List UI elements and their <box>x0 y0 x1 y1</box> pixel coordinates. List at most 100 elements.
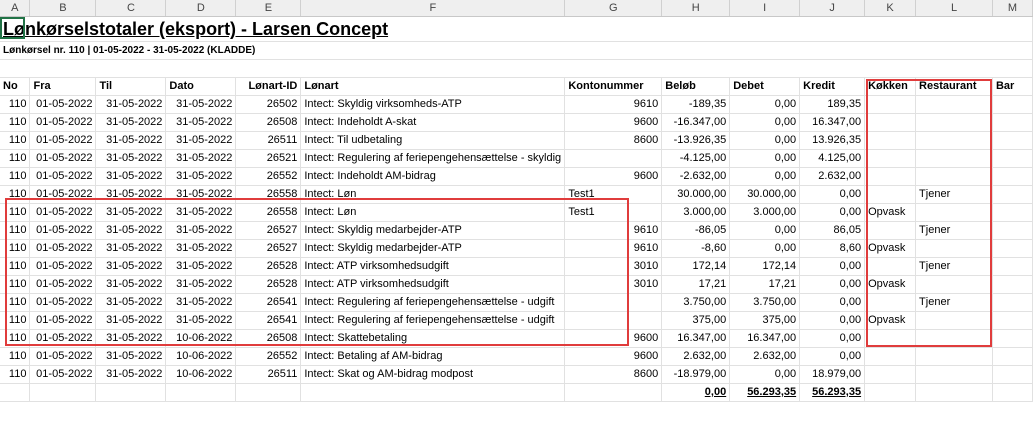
table-cell[interactable]: 0,00 <box>729 221 801 240</box>
table-cell[interactable] <box>992 365 1033 384</box>
table-cell[interactable]: 110 <box>0 113 31 132</box>
table-cell[interactable]: 3.000,00 <box>661 203 731 222</box>
table-cell[interactable]: Intect: Indeholdt A-skat <box>300 113 566 132</box>
table-cell[interactable]: 0,00 <box>799 185 866 204</box>
table-cell[interactable]: 26521 <box>235 149 302 168</box>
table-cell[interactable]: 31-05-2022 <box>165 95 237 114</box>
table-cell[interactable]: 9600 <box>564 347 663 366</box>
table-cell[interactable]: 01-05-2022 <box>29 95 97 114</box>
table-cell[interactable]: 10-06-2022 <box>165 365 237 384</box>
table-cell[interactable]: 26552 <box>235 167 302 186</box>
header-cell[interactable]: Beløb <box>661 77 731 96</box>
total-debet[interactable]: 56.293,35 <box>729 383 801 402</box>
table-cell[interactable]: 3.000,00 <box>729 203 801 222</box>
column-header-l[interactable]: L <box>915 0 993 17</box>
total-kredit[interactable]: 56.293,35 <box>799 383 866 402</box>
table-cell[interactable]: 26511 <box>235 365 302 384</box>
table-cell[interactable]: Intect: Skyldig virksomheds-ATP <box>300 95 566 114</box>
table-cell[interactable]: 31-05-2022 <box>95 131 167 150</box>
table-cell[interactable]: 9610 <box>564 95 663 114</box>
table-cell[interactable]: -16.347,00 <box>661 113 731 132</box>
table-cell[interactable]: 110 <box>0 131 31 150</box>
table-cell[interactable]: 17,21 <box>729 275 801 294</box>
column-header-i[interactable]: I <box>729 0 801 17</box>
table-cell[interactable]: 172,14 <box>661 257 731 276</box>
table-cell[interactable]: 0,00 <box>799 257 866 276</box>
table-cell[interactable]: Intect: Indeholdt AM-bidrag <box>300 167 566 186</box>
table-cell[interactable]: 2.632,00 <box>661 347 731 366</box>
table-cell[interactable]: 9600 <box>564 113 663 132</box>
table-cell[interactable]: 01-05-2022 <box>29 149 97 168</box>
column-header-j[interactable]: J <box>799 0 866 17</box>
table-cell[interactable]: Intect: Betaling af AM-bidrag <box>300 347 566 366</box>
table-cell[interactable]: 16.347,00 <box>799 113 866 132</box>
table-cell[interactable] <box>992 239 1033 258</box>
table-cell[interactable]: 0,00 <box>729 95 801 114</box>
table-cell[interactable]: 0,00 <box>729 167 801 186</box>
table-cell[interactable] <box>992 347 1033 366</box>
table-cell[interactable] <box>992 149 1033 168</box>
table-cell[interactable]: -8,60 <box>661 239 731 258</box>
table-cell[interactable] <box>95 383 167 402</box>
table-cell[interactable]: 0,00 <box>729 365 801 384</box>
header-cell[interactable]: Kontonummer <box>564 77 663 96</box>
table-cell[interactable]: 375,00 <box>729 311 801 330</box>
table-cell[interactable]: 13.926,35 <box>799 131 866 150</box>
table-cell[interactable]: 31-05-2022 <box>95 95 167 114</box>
table-cell[interactable] <box>992 203 1033 222</box>
table-cell[interactable]: -86,05 <box>661 221 731 240</box>
table-cell[interactable] <box>992 185 1033 204</box>
table-cell[interactable]: 31-05-2022 <box>95 347 167 366</box>
table-cell[interactable]: -13.926,35 <box>661 131 731 150</box>
column-header-g[interactable]: G <box>564 0 663 17</box>
table-cell[interactable]: 01-05-2022 <box>29 113 97 132</box>
table-cell[interactable] <box>992 329 1033 348</box>
table-cell[interactable]: 31-05-2022 <box>95 113 167 132</box>
header-cell[interactable]: Debet <box>729 77 801 96</box>
table-cell[interactable]: 26511 <box>235 131 302 150</box>
table-cell[interactable] <box>165 383 237 402</box>
column-header-f[interactable]: F <box>300 0 566 17</box>
table-cell[interactable]: 2.632,00 <box>729 347 801 366</box>
table-cell[interactable]: 10-06-2022 <box>165 347 237 366</box>
table-cell[interactable] <box>915 365 993 384</box>
table-cell[interactable]: 18.979,00 <box>799 365 866 384</box>
table-cell[interactable]: 0,00 <box>729 239 801 258</box>
header-cell[interactable]: Bar <box>992 77 1033 96</box>
table-cell[interactable]: 0,00 <box>799 311 866 330</box>
table-cell[interactable]: 172,14 <box>729 257 801 276</box>
table-cell[interactable]: 31-05-2022 <box>95 149 167 168</box>
header-cell[interactable]: Lønart-ID <box>235 77 302 96</box>
table-cell[interactable]: 8600 <box>564 131 663 150</box>
table-cell[interactable] <box>992 275 1033 294</box>
table-cell[interactable]: 26508 <box>235 113 302 132</box>
table-cell[interactable]: 31-05-2022 <box>165 167 237 186</box>
table-cell[interactable] <box>915 383 993 402</box>
table-cell[interactable]: 31-05-2022 <box>165 113 237 132</box>
header-cell[interactable]: No <box>0 77 31 96</box>
total-belob[interactable]: 0,00 <box>661 383 731 402</box>
table-cell[interactable]: 110 <box>0 149 31 168</box>
table-cell[interactable]: 3.750,00 <box>661 293 731 312</box>
table-cell[interactable] <box>300 383 566 402</box>
table-cell[interactable]: 8,60 <box>799 239 866 258</box>
table-cell[interactable]: 189,35 <box>799 95 866 114</box>
table-cell[interactable] <box>992 131 1033 150</box>
active-cell-selection[interactable] <box>0 17 25 39</box>
table-cell[interactable] <box>564 149 663 168</box>
header-cell[interactable]: Fra <box>29 77 97 96</box>
column-header-c[interactable]: C <box>95 0 167 17</box>
header-cell[interactable]: Dato <box>165 77 237 96</box>
table-cell[interactable]: 0,00 <box>799 275 866 294</box>
column-header-h[interactable]: H <box>661 0 731 17</box>
table-cell[interactable] <box>992 167 1033 186</box>
table-cell[interactable] <box>864 383 917 402</box>
table-cell[interactable]: 8600 <box>564 365 663 384</box>
table-cell[interactable]: 0,00 <box>799 203 866 222</box>
table-cell[interactable] <box>0 383 31 402</box>
table-cell[interactable]: -2.632,00 <box>661 167 731 186</box>
table-cell[interactable]: 01-05-2022 <box>29 167 97 186</box>
table-cell[interactable]: -18.979,00 <box>661 365 731 384</box>
table-cell[interactable]: -189,35 <box>661 95 731 114</box>
table-cell[interactable] <box>864 365 917 384</box>
